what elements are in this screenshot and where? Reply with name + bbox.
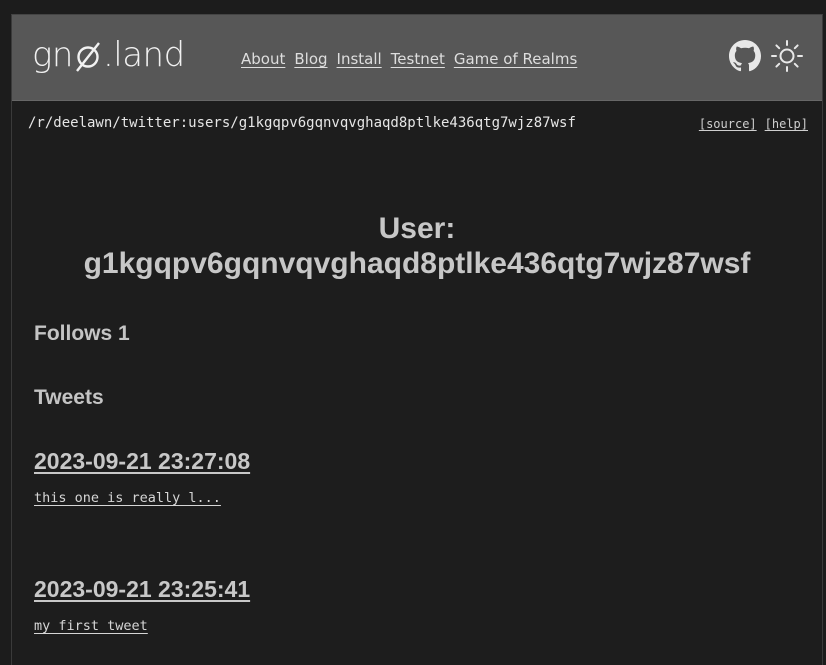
source-link[interactable]: [source] <box>699 117 757 131</box>
page-title: User: g1kgqpv6gqnvqvghaqd8ptlke436qtg7wj… <box>34 211 800 281</box>
theme-toggle-sun-icon[interactable] <box>770 39 804 73</box>
gno-land-logo[interactable]: gn .land <box>32 35 185 75</box>
tweet-item: 2023-09-21 23:25:41 <box>34 576 800 603</box>
logo-text-right: .land <box>102 35 185 75</box>
main-nav: About Blog Install Testnet Game of Realm… <box>241 50 577 68</box>
tweet-body-link[interactable]: this one is really l... <box>34 490 221 506</box>
path-bar: /r/deelawn/twitter:users/g1kgqpv6gqnvqvg… <box>12 101 822 147</box>
nav-install-link[interactable]: Install <box>337 50 382 68</box>
path-links: [source] [help] <box>699 117 808 131</box>
nav-about-link[interactable]: About <box>241 50 285 68</box>
realm-path: /r/deelawn/twitter:users/g1kgqpv6gqnvqvg… <box>28 115 576 131</box>
tweet-date-link[interactable]: 2023-09-21 23:25:41 <box>34 576 250 603</box>
nav-testnet-link[interactable]: Testnet <box>391 50 445 68</box>
header-icons <box>728 39 804 73</box>
page-frame: gn .land About Blog Install Testnet Game… <box>11 14 823 665</box>
tweets-heading: Tweets <box>34 386 104 409</box>
help-link[interactable]: [help] <box>765 117 808 131</box>
tweet-date-link[interactable]: 2023-09-21 23:27:08 <box>34 448 250 475</box>
nav-blog-link[interactable]: Blog <box>294 50 327 68</box>
tweet-body-wrap: my first tweet <box>34 615 800 634</box>
main-content: User: g1kgqpv6gqnvqvghaqd8ptlke436qtg7wj… <box>12 211 822 634</box>
tweet-body-link[interactable]: my first tweet <box>34 618 148 634</box>
logo-text-left: gn <box>32 35 73 75</box>
github-icon[interactable] <box>728 39 762 73</box>
logo-slashed-o-icon <box>74 35 102 75</box>
tweet-item: 2023-09-21 23:27:08 <box>34 448 800 475</box>
page-title-line1: User: <box>378 212 456 245</box>
nav-game-of-realms-link[interactable]: Game of Realms <box>454 50 577 68</box>
site-header: gn .land About Blog Install Testnet Game… <box>12 15 822 101</box>
page-title-line2: g1kgqpv6gqnvqvghaqd8ptlke436qtg7wjz87wsf <box>83 247 751 280</box>
tweet-body-wrap: this one is really l... <box>34 487 800 506</box>
follows-heading: Follows 1 <box>34 322 130 345</box>
